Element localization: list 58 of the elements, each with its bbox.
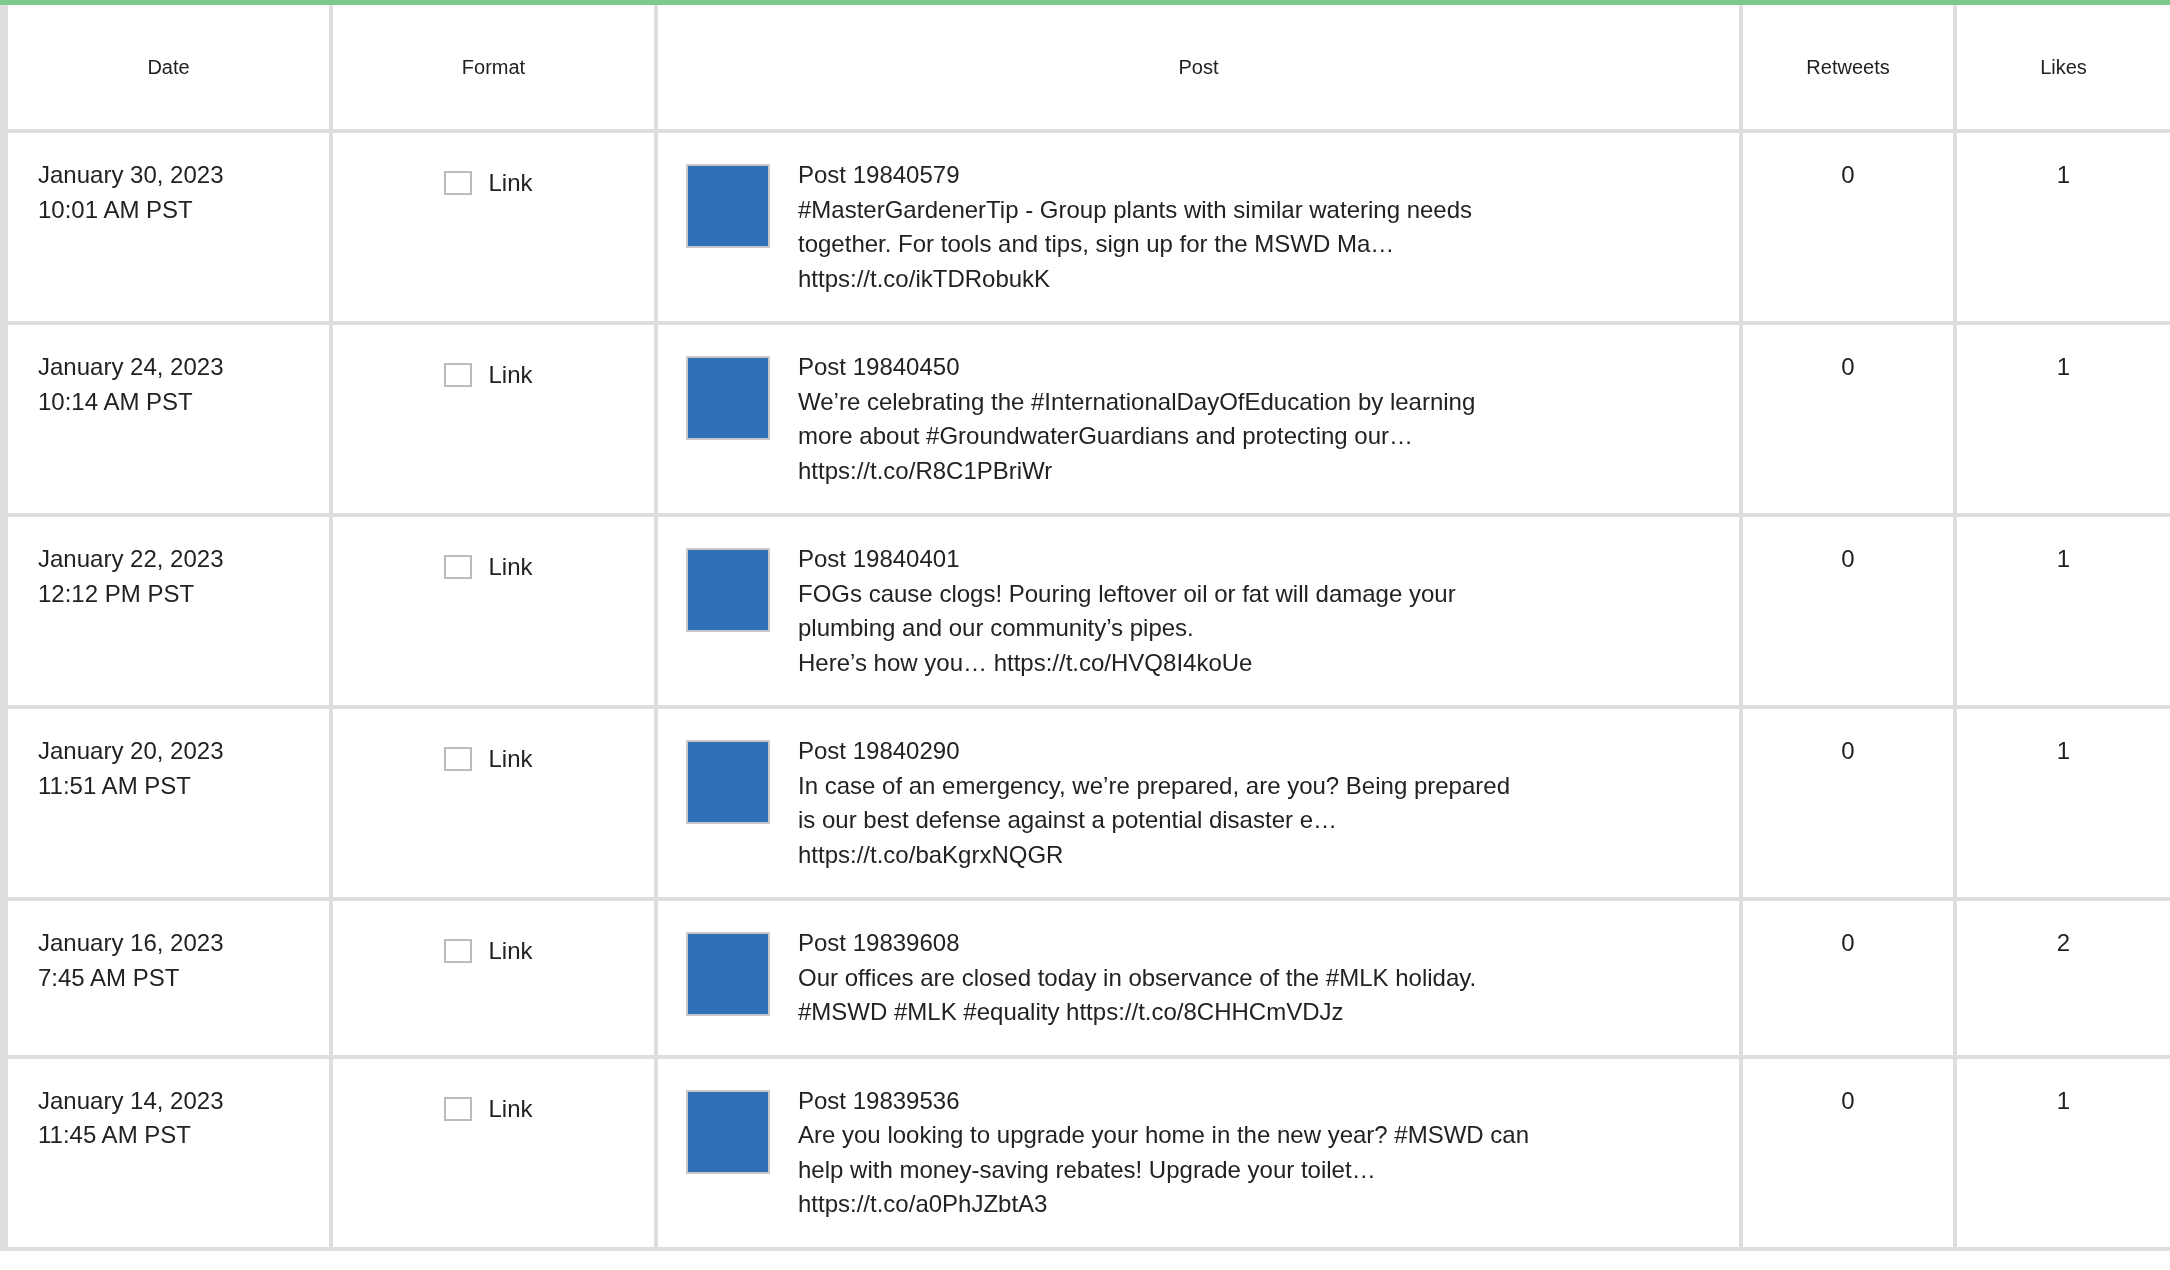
post-time: 11:45 AM PST <box>38 1120 192 1150</box>
column-header: Format <box>461 57 526 77</box>
post-time: 10:14 AM PST <box>38 386 194 417</box>
post-text: https://t.co/ikTDRobukK <box>798 263 1052 294</box>
retweet-count: 0 <box>1841 353 1855 380</box>
like-count: 2 <box>2056 929 2071 956</box>
post-text: is our best defense against a potential disaster e… <box>798 805 1338 835</box>
post-time: 11:51 AM PST <box>38 770 192 801</box>
post-date: January 24, 2023 <box>38 352 225 382</box>
post-title: Post 19839536 <box>798 1085 961 1116</box>
post-title: Post 19840450 <box>798 352 961 382</box>
post-date: January 22, 2023 <box>38 544 225 574</box>
link-checkbox[interactable]: Link <box>444 1091 533 1126</box>
post-date: January 14, 2023 <box>38 1085 225 1116</box>
post-text: https://t.co/R8C1PBriWr <box>798 455 1054 486</box>
like-count: 1 <box>2056 545 2071 572</box>
retweet-count: 0 <box>1841 1086 1855 1114</box>
post-text: together. For tools and tips, sign up for the MSWD Ma… <box>798 229 1396 259</box>
post-date: January 16, 2023 <box>38 928 225 958</box>
column-header: Retweets <box>1806 57 1890 77</box>
link-checkbox[interactable]: Link <box>444 742 533 777</box>
post-text: Here’s how you… https://t.co/HVQ8I4koUe <box>798 647 1254 678</box>
link-checkbox[interactable]: Link <box>444 934 533 969</box>
post-text: more about #GroundwaterGuardians and protecting our… <box>798 421 1415 451</box>
post-title: Post 19840579 <box>798 160 961 190</box>
link-checkbox[interactable]: Link <box>444 166 533 201</box>
like-count: 1 <box>2056 161 2071 188</box>
retweet-count: 0 <box>1841 929 1855 956</box>
like-count: 1 <box>2056 353 2071 380</box>
column-header: Likes <box>2040 57 2087 77</box>
post-text: plumbing and our community’s pipes. <box>798 613 1195 643</box>
post-text: Our offices are closed today in observance of the #MLK holiday. <box>798 962 1477 993</box>
link-checkbox[interactable]: Link <box>444 550 533 585</box>
post-text: In case of an emergency, we’re prepared, are you? Being prepared <box>798 770 1510 801</box>
post-date: January 20, 2023 <box>38 736 225 766</box>
post-text: https://t.co/a0PhJZbtA3 <box>798 1189 1049 1219</box>
post-time: 12:12 PM PST <box>38 578 196 609</box>
post-title: Post 19840290 <box>798 736 961 766</box>
retweet-count: 0 <box>1841 737 1855 764</box>
post-text: #MasterGardenerTip - Group plants with similar watering needs <box>798 194 1473 225</box>
post-title: Post 19839608 <box>798 928 961 958</box>
post-time: 7:45 AM PST <box>38 962 181 993</box>
post-text: FOGs cause clogs! Pouring leftover oil or fat will damage your <box>798 578 1456 609</box>
post-date: January 30, 2023 <box>38 160 225 190</box>
like-count: 1 <box>2056 737 2071 764</box>
post-text: Are you looking to upgrade your home in the new year? #MSWD can <box>798 1120 1530 1150</box>
post-text: help with money-saving rebates! Upgrade your toilet… <box>798 1154 1377 1185</box>
post-title: Post 19840401 <box>798 544 961 574</box>
retweet-count: 0 <box>1841 161 1855 188</box>
column-header: Date <box>147 57 190 77</box>
column-header: Post <box>1178 57 1219 77</box>
post-time: 10:01 AM PST <box>38 194 194 225</box>
like-count: 1 <box>2056 1086 2071 1114</box>
post-text: We’re celebrating the #InternationalDayOfEducation by learning <box>798 386 1476 417</box>
link-checkbox[interactable]: Link <box>444 358 533 393</box>
post-text: https://t.co/baKgrxNQGR <box>798 839 1065 870</box>
post-text: #MSWD #MLK #equality https://t.co/8CHHCmVDJz <box>798 997 1345 1027</box>
retweet-count: 0 <box>1841 545 1855 572</box>
